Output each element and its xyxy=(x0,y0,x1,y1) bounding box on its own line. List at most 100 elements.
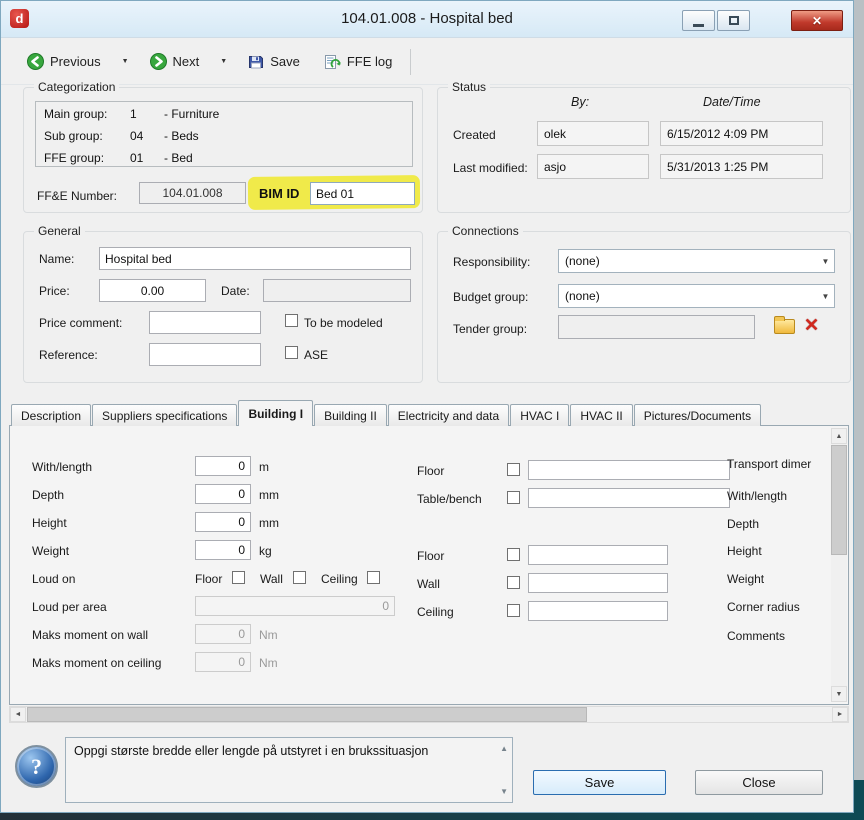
next-button[interactable]: Next xyxy=(144,49,206,74)
fasten-wall-field[interactable] xyxy=(528,573,668,593)
mount-table-bench-field[interactable] xyxy=(528,488,730,508)
budget-group-combo[interactable]: (none) ▼ xyxy=(558,284,835,308)
maks-moment-wall-label: Maks moment on wall xyxy=(32,628,148,642)
mount-floor-label: Floor xyxy=(417,464,444,478)
close-dialog-button[interactable]: Close xyxy=(695,770,823,795)
loud-floor-checkbox[interactable] xyxy=(232,571,245,584)
vertical-scrollbar: ▲ ▼ xyxy=(831,428,847,702)
ffe-log-button[interactable]: FFE log xyxy=(318,50,399,74)
mount-floor-checkbox[interactable] xyxy=(507,463,520,476)
help-text-box: Oppgi største bredde eller lengde på uts… xyxy=(65,737,513,803)
vertical-scrollbar-thumb[interactable] xyxy=(831,445,847,555)
modified-by-value: asjo xyxy=(544,160,566,174)
help-question-icon: ? xyxy=(31,754,42,780)
scroll-right-button[interactable]: ► xyxy=(832,707,848,722)
created-by-field: olek xyxy=(537,121,649,146)
tab-description[interactable]: Description xyxy=(11,404,91,426)
to-be-modeled-label: To be modeled xyxy=(304,316,383,330)
tab-electricity-and-data[interactable]: Electricity and data xyxy=(388,404,509,426)
responsibility-combo[interactable]: (none) ▼ xyxy=(558,249,835,273)
transport-height-label: Height xyxy=(727,544,762,558)
fasten-wall-checkbox[interactable] xyxy=(507,576,520,589)
status-datetime-header: Date/Time xyxy=(703,95,761,109)
help-scroll-down-icon[interactable]: ▼ xyxy=(500,787,508,796)
maximize-button[interactable] xyxy=(717,10,750,31)
mount-table-bench-checkbox[interactable] xyxy=(507,491,520,504)
fasten-floor-checkbox[interactable] xyxy=(507,548,520,561)
with-length-field[interactable] xyxy=(195,456,251,476)
tender-group-browse-folder-icon[interactable] xyxy=(774,319,795,334)
reference-field[interactable] xyxy=(149,343,261,366)
save-toolbar-button[interactable]: Save xyxy=(242,50,306,74)
transport-weight-label: Weight xyxy=(727,572,764,586)
sub-group-desc: - Beds xyxy=(164,129,412,143)
tender-group-delete-icon[interactable]: ✕ xyxy=(804,316,819,334)
budget-group-label: Budget group: xyxy=(453,290,528,304)
previous-button[interactable]: Previous xyxy=(21,49,107,74)
tab-hvac-2[interactable]: HVAC II xyxy=(570,404,632,426)
depth-label: Depth xyxy=(32,488,64,502)
fasten-ceiling-checkbox[interactable] xyxy=(507,604,520,617)
created-by-value: olek xyxy=(544,127,566,141)
tab-building-2[interactable]: Building II xyxy=(314,404,387,426)
scroll-down-button[interactable]: ▼ xyxy=(831,686,847,702)
help-scroll-up-icon[interactable]: ▲ xyxy=(500,744,508,753)
loud-ceiling-checkbox[interactable] xyxy=(367,571,380,584)
ffe-number-label: FF&E Number: xyxy=(37,189,117,203)
price-field[interactable] xyxy=(99,279,206,302)
depth-field[interactable] xyxy=(195,484,251,504)
scroll-left-icon: ◄ xyxy=(15,711,22,718)
scroll-left-button[interactable]: ◄ xyxy=(10,707,26,722)
sub-group-code: 04 xyxy=(130,129,164,143)
main-group-desc: - Furniture xyxy=(164,107,412,121)
ase-label: ASE xyxy=(304,348,328,362)
previous-dropdown-icon[interactable]: ▼ xyxy=(119,56,132,67)
tender-group-label: Tender group: xyxy=(453,322,527,336)
minimize-button[interactable] xyxy=(682,10,715,31)
with-length-unit: m xyxy=(259,460,269,474)
save-icon xyxy=(248,54,264,70)
fasten-ceiling-label: Ceiling xyxy=(417,605,454,619)
loud-per-area-field xyxy=(195,596,395,616)
next-dropdown-icon[interactable]: ▼ xyxy=(217,56,230,67)
fasten-floor-field[interactable] xyxy=(528,545,668,565)
horizontal-scrollbar-thumb[interactable] xyxy=(27,707,587,722)
close-button[interactable]: ✕ xyxy=(791,10,843,31)
scroll-down-icon: ▼ xyxy=(836,691,843,698)
main-group-code: 1 xyxy=(130,107,164,121)
modified-by-field: asjo xyxy=(537,154,649,179)
mount-floor-field[interactable] xyxy=(528,460,730,480)
date-field xyxy=(263,279,411,302)
transport-dimensions-label: Transport dimer xyxy=(727,457,811,471)
bim-id-field[interactable] xyxy=(310,182,415,205)
save-button[interactable]: Save xyxy=(533,770,666,795)
fasten-ceiling-field[interactable] xyxy=(528,601,668,621)
to-be-modeled-checkbox[interactable] xyxy=(285,314,298,327)
name-field[interactable] xyxy=(99,247,411,270)
scroll-up-button[interactable]: ▲ xyxy=(831,428,847,444)
minimize-icon xyxy=(693,24,704,27)
tab-suppliers-specifications[interactable]: Suppliers specifications xyxy=(92,404,237,426)
toolbar: Previous ▼ Next ▼ Save FFE log xyxy=(1,39,853,85)
loud-wall-checkbox[interactable] xyxy=(293,571,306,584)
height-unit: mm xyxy=(259,516,279,530)
status-by-header: By: xyxy=(571,95,589,109)
height-field[interactable] xyxy=(195,512,251,532)
modified-datetime-field: 5/31/2013 1:25 PM xyxy=(660,154,823,179)
scroll-right-icon: ► xyxy=(837,711,844,718)
ase-checkbox[interactable] xyxy=(285,346,298,359)
responsibility-label: Responsibility: xyxy=(453,255,530,269)
help-button[interactable]: ? xyxy=(15,745,58,788)
tender-group-field xyxy=(558,315,755,339)
transport-depth-label: Depth xyxy=(727,517,759,531)
weight-field[interactable] xyxy=(195,540,251,560)
loud-per-area-label: Loud per area xyxy=(32,600,107,614)
tab-hvac-1[interactable]: HVAC I xyxy=(510,404,569,426)
budget-group-combo-arrow-icon: ▼ xyxy=(817,292,834,301)
price-comment-field[interactable] xyxy=(149,311,261,334)
date-label: Date: xyxy=(221,284,250,298)
loud-floor-label: Floor xyxy=(195,572,222,586)
tab-pictures-documents[interactable]: Pictures/Documents xyxy=(634,404,761,426)
tab-building-1[interactable]: Building I xyxy=(238,400,313,426)
categorization-list: Main group: 1 - Furniture Sub group: 04 … xyxy=(35,101,413,167)
